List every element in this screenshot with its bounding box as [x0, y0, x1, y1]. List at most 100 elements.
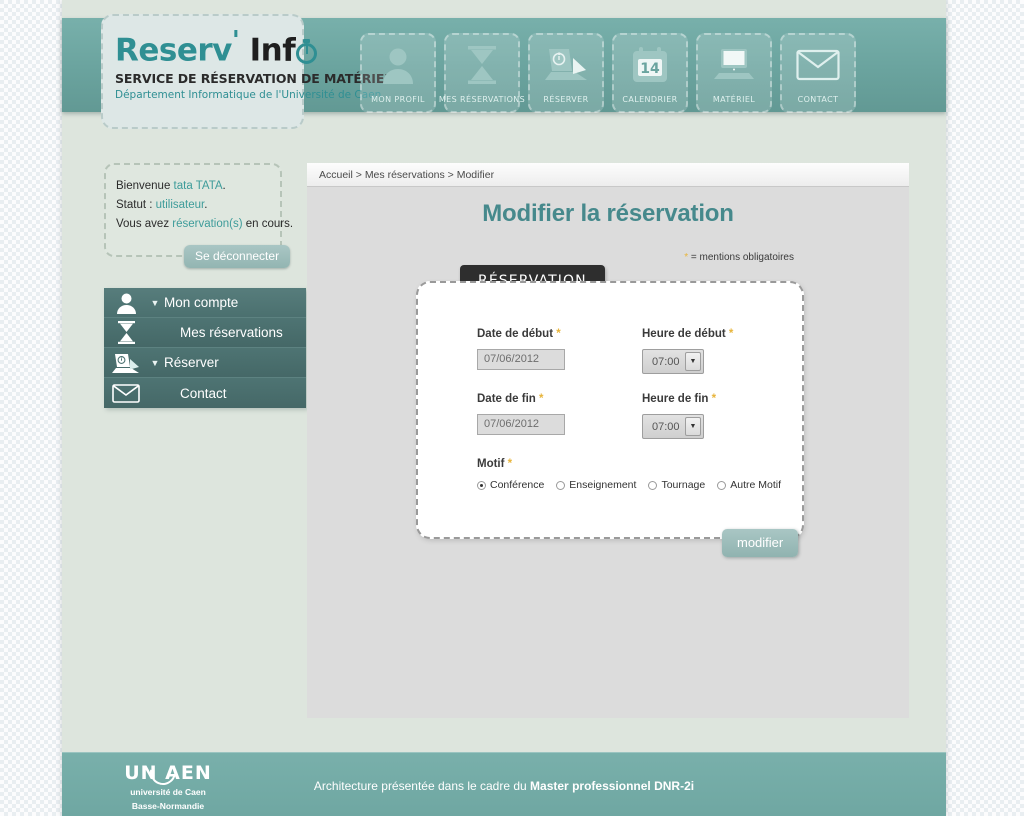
field-label: Heure de fin *	[642, 393, 807, 405]
nav-label: Matériel	[712, 95, 756, 104]
status-value: utilisateur	[155, 199, 205, 211]
svg-text:14: 14	[640, 61, 660, 77]
user-icon	[104, 292, 148, 314]
radio-autre-motif[interactable]: Autre Motif	[717, 479, 781, 491]
reservations-suffix: en cours.	[242, 218, 294, 230]
reservations-prefix: Vous avez	[116, 218, 173, 230]
required-note-text: = mentions obligatoires	[688, 252, 794, 263]
hourglass-icon	[446, 35, 518, 95]
site-logo[interactable]: Reserv' Inf SERVICE DE RÉSERVATION DE MA…	[101, 14, 393, 129]
field-label: Heure de début *	[642, 328, 807, 340]
calendar-icon: 14	[614, 35, 686, 95]
site-footer: UN AEN université de Caen Basse-Normandi…	[62, 752, 946, 816]
sidebar-item-label: Contact	[180, 385, 227, 401]
radio-label: Conférence	[490, 479, 545, 491]
main-navigation: Mon profil Mes réservations Réserver 14 …	[360, 33, 856, 113]
radio-dot-icon	[717, 480, 727, 490]
radio-dot-icon	[648, 480, 658, 490]
sidebar-item-label: Réserver	[164, 355, 219, 370]
required-fields-note: * = mentions obligatoires	[0, 252, 909, 263]
field-motif: Motif * Conférence Enseignement Tournage…	[477, 458, 807, 491]
status-prefix: Statut :	[116, 199, 156, 211]
heure-fin-select[interactable]: 07:00 ▼	[642, 414, 704, 439]
nav-item-calendrier[interactable]: 14 Calendrier	[612, 33, 688, 113]
nav-item-mon-profil[interactable]: Mon profil	[360, 33, 436, 113]
welcome-line-reservations: Vous avez réservation(s) en cours.	[116, 215, 293, 234]
envelope-icon	[782, 35, 854, 95]
required-star-icon: *	[507, 458, 513, 470]
sidebar-item-reserver[interactable]: ▼ Réserver	[104, 348, 306, 378]
motif-radio-group: Conférence Enseignement Tournage Autre M…	[477, 479, 807, 491]
radio-label: Autre Motif	[730, 479, 782, 491]
welcome-prefix: Bienvenue	[116, 180, 174, 192]
field-heure-debut: Heure de début * 07:00 ▼	[642, 328, 807, 374]
submit-button[interactable]: modifier	[722, 529, 799, 557]
sidebar-item-mes-reservations[interactable]: Mes réservations	[104, 318, 306, 348]
field-label: Date de début *	[477, 328, 642, 340]
radio-dot-icon	[477, 480, 486, 490]
reservation-form: Date de début * 07/06/2012 Heure de débu…	[416, 281, 804, 539]
reservations-count: réservation(s)	[172, 218, 243, 230]
nav-item-materiel[interactable]: Matériel	[696, 33, 772, 113]
required-star-icon: *	[728, 328, 734, 340]
heure-debut-value: 07:00	[652, 355, 680, 368]
heure-debut-select[interactable]: 07:00 ▼	[642, 349, 704, 374]
laptop-timer-icon	[104, 352, 148, 374]
nav-label: Réserver	[543, 95, 589, 104]
chevron-down-icon[interactable]: ▼	[685, 417, 701, 436]
nav-item-contact[interactable]: Contact	[780, 33, 856, 113]
logo-tagline: SERVICE DE RÉSERVATION DE MATÉRIEL	[115, 71, 393, 87]
chevron-down-icon: ▼	[150, 297, 160, 308]
unicaen-sub-line2: Basse-Normandie	[131, 801, 205, 811]
field-heure-fin: Heure de fin * 07:00 ▼	[642, 393, 807, 439]
nav-label: Mon profil	[371, 95, 425, 104]
page-title: Modifier la réservation	[482, 200, 734, 227]
logo-title: Reserv' Inf	[115, 24, 318, 67]
status-suffix: .	[204, 199, 208, 211]
radio-label: Enseignement	[569, 479, 637, 491]
laptop-timer-icon	[530, 35, 602, 95]
form-row-start: Date de début * 07/06/2012 Heure de débu…	[477, 328, 807, 374]
field-label: Motif *	[477, 458, 807, 470]
sidebar-item-contact[interactable]: Contact	[104, 378, 306, 408]
monitor-icon	[698, 35, 770, 95]
date-debut-input[interactable]: 07/06/2012	[477, 349, 565, 370]
date-fin-label-text: Date de fin	[477, 393, 536, 405]
breadcrumb: Accueil > Mes réservations > Modifier	[307, 163, 909, 187]
nav-item-mes-reservations[interactable]: Mes réservations	[439, 33, 525, 113]
sidebar-menu: ▼ Mon compte Mes réservations ▼ Réserver…	[104, 288, 306, 408]
welcome-line-user: Bienvenue tata TATA.	[116, 177, 270, 196]
date-debut-label-text: Date de début	[477, 328, 554, 340]
hourglass-icon	[104, 321, 148, 344]
chevron-down-icon[interactable]: ▼	[685, 352, 701, 371]
nav-label: Mes réservations	[438, 95, 526, 104]
heure-debut-label-text: Heure de début	[642, 328, 726, 340]
welcome-box: Bienvenue tata TATA. Statut : utilisateu…	[104, 163, 293, 257]
required-star-icon: *	[556, 328, 561, 340]
form-row-end: Date de fin * 07/06/2012 Heure de fin * …	[477, 393, 807, 439]
field-date-debut: Date de début * 07/06/2012	[477, 328, 642, 374]
welcome-line-status: Statut : utilisateur.	[116, 196, 270, 215]
breadcrumb-text[interactable]: Accueil > Mes réservations > Modifier	[319, 169, 494, 181]
logo-title-suffix: Inf	[249, 32, 296, 69]
stopwatch-icon	[296, 39, 318, 65]
radio-label: Tournage	[661, 479, 706, 491]
radio-enseignement[interactable]: Enseignement	[556, 479, 636, 491]
sidebar-item-mon-compte[interactable]: ▼ Mon compte	[104, 288, 306, 318]
radio-tournage[interactable]: Tournage	[648, 479, 705, 491]
field-label: Date de fin *	[477, 393, 642, 405]
heure-fin-label-text: Heure de fin	[642, 393, 709, 405]
footer-credit: Architecture présentée dans le cadre du …	[62, 779, 946, 793]
required-star-icon: *	[539, 393, 544, 405]
radio-conference[interactable]: Conférence	[477, 479, 544, 491]
form-fields-grid: Date de début * 07/06/2012 Heure de débu…	[477, 328, 807, 491]
logo-apostrophe: '	[231, 26, 240, 56]
nav-label: Calendrier	[622, 95, 678, 104]
welcome-suffix: .	[222, 180, 226, 192]
user-icon	[362, 35, 434, 95]
nav-item-reserver[interactable]: Réserver	[528, 33, 604, 113]
sidebar-item-label: Mon compte	[164, 295, 239, 310]
date-fin-input[interactable]: 07/06/2012	[477, 414, 565, 435]
envelope-icon	[104, 383, 148, 403]
sidebar-item-label: Mes réservations	[180, 325, 283, 340]
